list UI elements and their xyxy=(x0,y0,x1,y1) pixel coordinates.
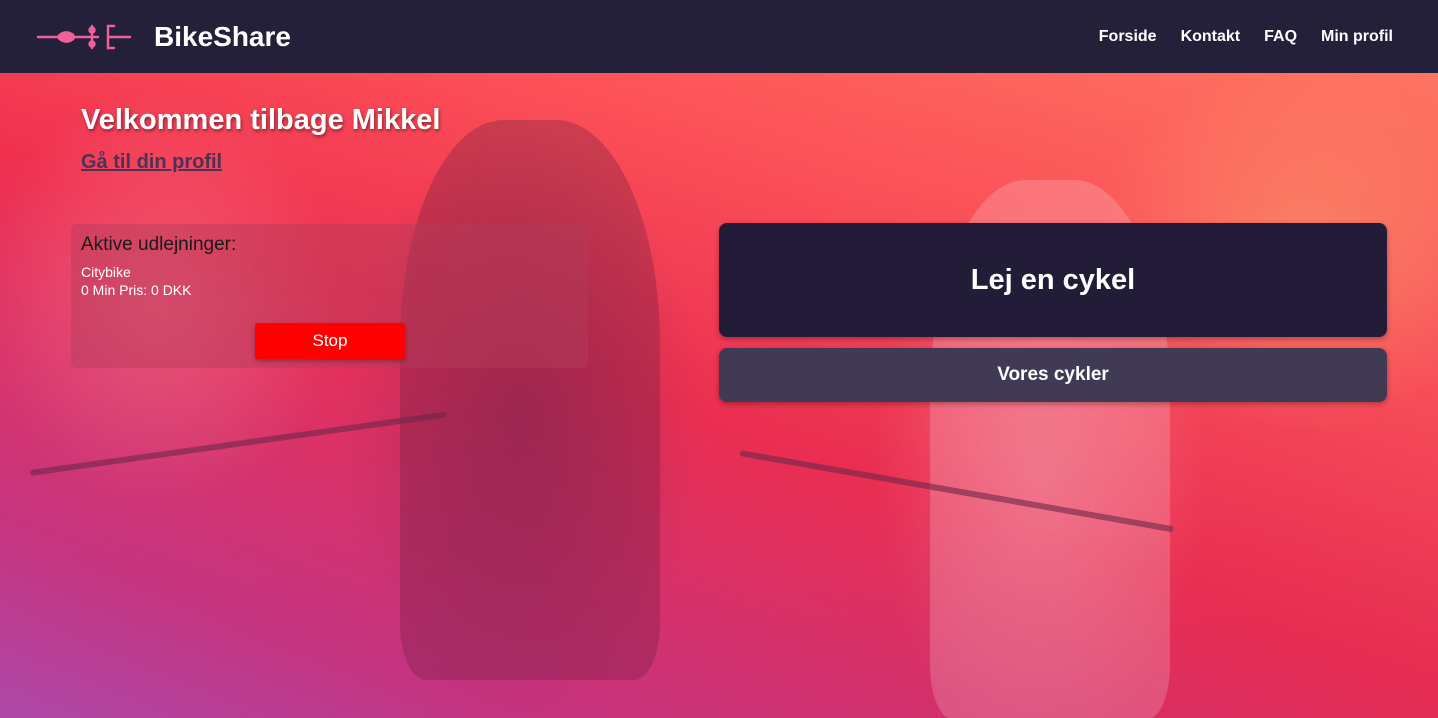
top-navbar: BikeShare Forside Kontakt FAQ Min profil xyxy=(0,0,1438,73)
nav-link-kontakt[interactable]: Kontakt xyxy=(1181,28,1241,46)
active-rentals-title: Aktive udlejninger: xyxy=(81,234,237,255)
nav-link-faq[interactable]: FAQ xyxy=(1264,28,1297,46)
nav-link-forside[interactable]: Forside xyxy=(1099,28,1157,46)
brand[interactable]: BikeShare xyxy=(36,21,291,53)
welcome-section: Velkommen tilbage Mikkel Gå til din prof… xyxy=(81,104,440,174)
profile-link[interactable]: Gå til din profil xyxy=(81,151,222,174)
active-rentals-panel: Aktive udlejninger: Citybike 0 Min Pris:… xyxy=(71,224,588,368)
bike-logo-icon xyxy=(36,24,132,49)
our-bikes-button[interactable]: Vores cykler xyxy=(719,348,1387,402)
brand-name: BikeShare xyxy=(154,20,291,52)
nav-link-min-profil[interactable]: Min profil xyxy=(1321,28,1393,46)
main-nav: Forside Kontakt FAQ Min profil xyxy=(1099,28,1393,46)
stop-rental-button[interactable]: Stop xyxy=(255,323,405,359)
rental-bike-name: Citybike xyxy=(81,264,131,280)
welcome-title: Velkommen tilbage Mikkel xyxy=(81,104,441,136)
rent-bike-button[interactable]: Lej en cykel xyxy=(719,223,1387,337)
rental-duration-price: 0 Min Pris: 0 DKK xyxy=(81,282,192,298)
